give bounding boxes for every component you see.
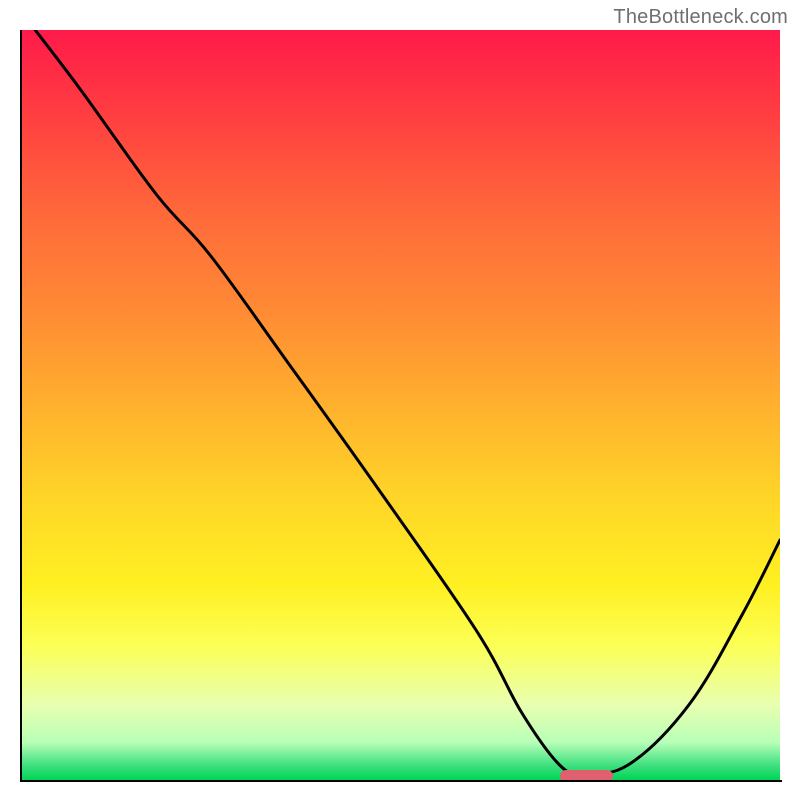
watermark-text: TheBottleneck.com — [613, 6, 788, 29]
y-axis — [20, 30, 22, 782]
x-axis — [20, 780, 782, 782]
line-plot — [20, 30, 780, 780]
chart-container: TheBottleneck.com — [0, 0, 800, 800]
bottleneck-curve — [35, 30, 780, 773]
